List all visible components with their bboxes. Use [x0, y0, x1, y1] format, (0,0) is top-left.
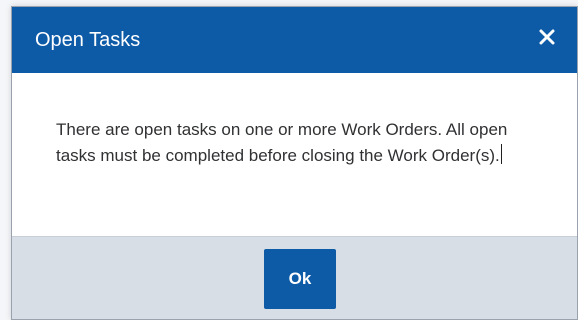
text-cursor — [500, 144, 502, 164]
close-icon[interactable] — [535, 25, 559, 49]
dialog-body: There are open tasks on one or more Work… — [12, 73, 577, 236]
dialog-title: Open Tasks — [35, 29, 141, 51]
dialog-header: Open Tasks — [12, 7, 577, 73]
dialog-footer: Ok — [12, 236, 577, 319]
open-tasks-dialog: Open Tasks There are open tasks on one o… — [11, 6, 578, 320]
dialog-message: There are open tasks on one or more Work… — [56, 117, 526, 169]
ok-button[interactable]: Ok — [264, 249, 336, 309]
message-text: There are open tasks on one or more Work… — [56, 120, 508, 165]
